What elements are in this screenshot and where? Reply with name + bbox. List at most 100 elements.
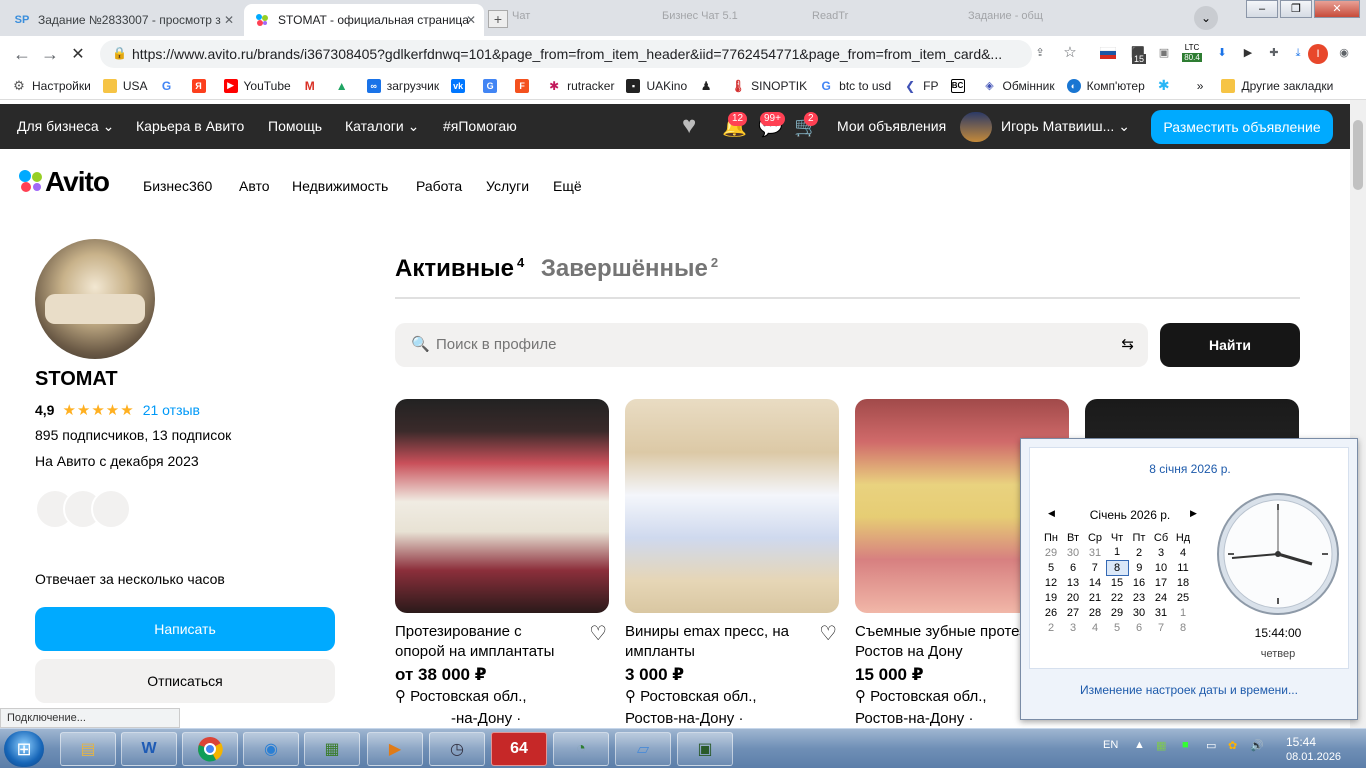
avito-logo[interactable]: Avito: [17, 166, 110, 198]
nav-help[interactable]: Помощь: [268, 118, 322, 134]
forward-icon[interactable]: →: [36, 44, 64, 65]
bookmark-star-icon[interactable]: ☆: [1060, 42, 1080, 64]
bookmark-btc[interactable]: Gbtc to usd: [819, 79, 891, 93]
bookmark-star[interactable]: ✱: [1157, 77, 1177, 93]
bookmark-figure[interactable]: ♟: [699, 79, 719, 93]
taskbar-w-icon[interactable]: W: [121, 732, 177, 766]
scrollbar-thumb[interactable]: [1353, 120, 1363, 190]
calendar-day[interactable]: 8: [1105, 559, 1129, 576]
address-bar[interactable]: 🔒 https://www.avito.ru/brands/i367308405…: [100, 40, 1032, 68]
nav-my-ads[interactable]: Мои объявления: [837, 118, 946, 134]
user-avatar[interactable]: [960, 112, 992, 142]
listing-card[interactable]: Протезирование с опорой на имплантаты ♡ …: [395, 399, 609, 728]
calendar-day[interactable]: 18: [1172, 575, 1194, 590]
taskbar-network-icon[interactable]: ◉: [243, 732, 299, 766]
taskbar-explorer-icon[interactable]: ▤: [60, 732, 116, 766]
calendar-day[interactable]: 8: [1172, 620, 1194, 635]
globe-icon[interactable]: ◉: [1334, 42, 1354, 64]
calendar-day[interactable]: 26: [1040, 605, 1062, 620]
bookmark-gmail[interactable]: M: [303, 79, 323, 93]
close-window-icon[interactable]: ✕: [1314, 0, 1360, 18]
cat-work[interactable]: Работа: [416, 178, 462, 194]
calendar-month[interactable]: Січень 2026 р.: [1050, 508, 1210, 522]
calendar-day[interactable]: 29: [1040, 545, 1062, 560]
profile-search-input[interactable]: 🔍 Поиск в профиле ⇆: [395, 323, 1148, 367]
calendar-day[interactable]: 3: [1062, 620, 1084, 635]
tray-color-icon[interactable]: ✿: [1228, 739, 1237, 752]
taskbar-app-icon[interactable]: ▦: [304, 732, 360, 766]
bookmark-bc[interactable]: BC: [950, 78, 971, 93]
next-month-icon[interactable]: ▶: [1190, 508, 1197, 519]
calendar-day[interactable]: 1: [1172, 605, 1194, 620]
calendar-day[interactable]: 30: [1062, 545, 1084, 560]
calendar-day[interactable]: 13: [1062, 575, 1084, 590]
calendar-day[interactable]: 20: [1062, 590, 1084, 605]
tab-stomat[interactable]: STOMAT - официальная страница ✕: [244, 4, 484, 36]
bookmark-rutracker[interactable]: ✱ rutracker: [547, 79, 614, 93]
cat-business360[interactable]: Бизнес360: [143, 178, 212, 194]
find-button[interactable]: Найти: [1160, 323, 1300, 367]
listing-title[interactable]: Съемные зубные протез Ростов на Дону: [855, 622, 1035, 662]
bookmark-usa[interactable]: USA: [102, 78, 148, 93]
calendar-day[interactable]: 30: [1128, 605, 1150, 620]
other-bookmarks[interactable]: Другие закладки: [1221, 78, 1333, 93]
profile-avatar[interactable]: I: [1308, 44, 1328, 64]
calendar-day[interactable]: 5: [1040, 560, 1062, 575]
taskbar-chart-icon[interactable]: ◔: [553, 732, 609, 766]
minimize-icon[interactable]: –: [1246, 0, 1278, 18]
favorite-heart-icon[interactable]: ♡: [589, 621, 607, 646]
cat-auto[interactable]: Авто: [239, 178, 270, 194]
calendar-day[interactable]: 24: [1150, 590, 1172, 605]
calendar-day[interactable]: 25: [1172, 590, 1194, 605]
calendar-day[interactable]: 28: [1084, 605, 1106, 620]
post-ad-button[interactable]: Разместить объявление: [1151, 110, 1333, 144]
calendar-day[interactable]: 2: [1128, 545, 1150, 560]
taskbar-monitor-icon[interactable]: ▣: [677, 732, 733, 766]
calendar-day[interactable]: 9: [1128, 560, 1150, 575]
taskbar-media-icon[interactable]: ▶: [367, 732, 423, 766]
calendar-day[interactable]: 7: [1084, 560, 1106, 575]
tab-completed[interactable]: Завершённые 2: [541, 255, 718, 282]
calendar-date-link[interactable]: 8 січня 2026 р.: [1030, 462, 1350, 476]
taskbar-64-icon[interactable]: 64: [491, 732, 547, 766]
calendar-day[interactable]: 1: [1106, 545, 1128, 560]
write-button[interactable]: Написать: [35, 607, 335, 651]
bookmark-loader[interactable]: ∞ загрузчик: [366, 78, 439, 93]
bookmark-yandex[interactable]: Я: [191, 78, 212, 93]
start-button[interactable]: ⊞: [4, 731, 44, 767]
bookmark-youtube[interactable]: ▶ YouTube: [223, 78, 291, 93]
calendar-day[interactable]: 19: [1040, 590, 1062, 605]
extension-briefcase-icon[interactable]: ▣: [1154, 42, 1174, 64]
bookmark-fp[interactable]: ❮ FP: [903, 79, 938, 93]
tab-active[interactable]: Активные 4: [395, 255, 524, 282]
calendar-day[interactable]: 10: [1150, 560, 1172, 575]
calendar-day[interactable]: 17: [1150, 575, 1172, 590]
calendar-day[interactable]: 22: [1106, 590, 1128, 605]
bookmark-exchanger[interactable]: ◈ Обмінник: [983, 79, 1054, 93]
calendar-day[interactable]: 12: [1040, 575, 1062, 590]
bookmark-google[interactable]: G: [160, 79, 180, 93]
taskbar-chrome-icon[interactable]: [182, 732, 238, 766]
calendar-day[interactable]: 27: [1062, 605, 1084, 620]
calendar-day[interactable]: 3: [1150, 545, 1172, 560]
nav-career[interactable]: Карьера в Авито: [136, 118, 244, 134]
bookmark-drive[interactable]: ▲: [335, 79, 355, 93]
favorites-heart-icon[interactable]: ♥: [682, 112, 696, 140]
bookmark-vk[interactable]: vk: [451, 78, 471, 93]
calendar-day[interactable]: 31: [1150, 605, 1172, 620]
cat-realty[interactable]: Недвижимость: [292, 178, 388, 194]
bookmark-sinoptik[interactable]: 🌡 SINOPTIK: [731, 79, 808, 93]
calendar-day[interactable]: 6: [1128, 620, 1150, 635]
calendar-day[interactable]: 4: [1172, 545, 1194, 560]
calendar-day[interactable]: 7: [1150, 620, 1172, 635]
close-tab-icon[interactable]: ✕: [466, 13, 476, 27]
nav-user[interactable]: Игорь Матвииш... ⌄: [1001, 118, 1130, 135]
bookmark-f[interactable]: F: [515, 78, 535, 93]
extension-badge-icon[interactable]: ⬛ 15: [1128, 42, 1148, 64]
flag-ru-icon[interactable]: [1098, 42, 1118, 64]
taskbar-date[interactable]: 08.01.2026: [1286, 751, 1341, 763]
taskbar-notes-icon[interactable]: ▱: [615, 732, 671, 766]
share-icon[interactable]: ⇪: [1030, 42, 1050, 64]
calendar-day[interactable]: 4: [1084, 620, 1106, 635]
tab-search-icon[interactable]: ⌄: [1194, 6, 1218, 30]
